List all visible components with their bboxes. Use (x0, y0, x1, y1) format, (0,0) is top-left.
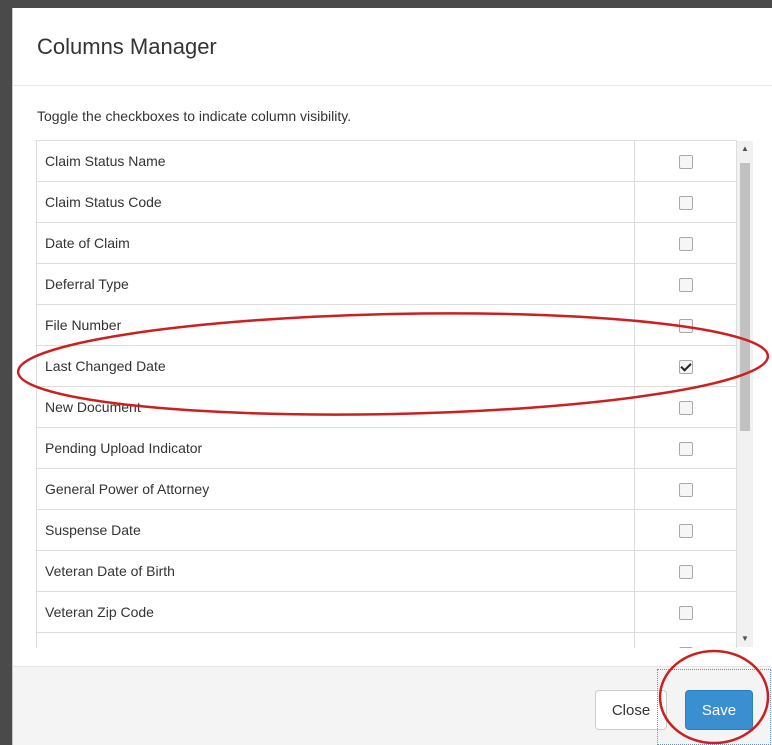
column-name: Claim Status Name (36, 140, 635, 182)
column-row: Claim Status Code (36, 181, 737, 223)
column-name: Veteran Date of Birth (36, 550, 635, 592)
checkbox-icon[interactable] (678, 155, 693, 170)
column-visibility-cell (634, 140, 737, 182)
column-name: Date of Claim (36, 222, 635, 264)
checkbox-icon[interactable] (678, 442, 693, 457)
scrollbar-thumb[interactable] (740, 163, 750, 431)
column-name: Suspense Date (36, 509, 635, 551)
column-row: Pending Upload Indicator (36, 427, 737, 469)
columns-manager-modal: Columns Manager Toggle the checkboxes to… (12, 8, 772, 745)
column-visibility-cell (634, 181, 737, 223)
checkbox-icon[interactable] (678, 319, 693, 334)
column-row: Suspense Date (36, 509, 737, 551)
column-name: Last Changed Date (36, 345, 635, 387)
column-visibility-cell (634, 263, 737, 305)
checkbox-icon[interactable] (678, 401, 693, 416)
checkbox-icon[interactable] (678, 647, 693, 648)
scroll-up-arrow-icon[interactable]: ▲ (737, 141, 753, 157)
columns-table: Claim Status Name Claim Status Code Date o… (36, 140, 737, 648)
column-name: Veteran Zip Code (36, 591, 635, 633)
columns-list: Claim Status Name Claim Status Code Date o… (36, 140, 756, 648)
column-visibility-cell (634, 427, 737, 469)
column-visibility-cell (634, 550, 737, 592)
close-button[interactable]: Close (595, 690, 667, 730)
instructions-text: Toggle the checkboxes to indicate column… (37, 108, 352, 124)
column-visibility-cell (634, 591, 737, 633)
modal-title: Columns Manager (37, 34, 217, 59)
column-visibility-cell (634, 509, 737, 551)
column-visibility-cell (634, 345, 737, 387)
checkbox-icon[interactable] (678, 483, 693, 498)
column-row: Date of Claim (36, 222, 737, 264)
column-visibility-cell (634, 632, 737, 648)
column-row: Deferral Type (36, 263, 737, 305)
column-visibility-cell (634, 222, 737, 264)
column-name: Pending Upload Indicator (36, 427, 635, 469)
column-row: File Number (36, 304, 737, 346)
column-name: Deferral Type (36, 263, 635, 305)
checkbox-icon[interactable] (678, 237, 693, 252)
checkbox-icon[interactable] (678, 565, 693, 580)
checkbox-icon[interactable] (678, 606, 693, 621)
column-name (36, 632, 635, 648)
modal-header: Columns Manager (13, 8, 772, 86)
columns-list-scrollbar[interactable]: ▲ ▼ (737, 141, 753, 647)
checkbox-icon[interactable] (678, 278, 693, 293)
column-row (36, 632, 737, 648)
column-visibility-cell (634, 386, 737, 428)
save-button[interactable]: Save (685, 690, 753, 730)
column-row: Veteran Zip Code (36, 591, 737, 633)
checkbox-icon[interactable] (678, 360, 693, 375)
scroll-down-arrow-icon[interactable]: ▼ (737, 631, 753, 647)
column-name: General Power of Attorney (36, 468, 635, 510)
checkbox-icon[interactable] (678, 524, 693, 539)
column-row: New Document (36, 386, 737, 428)
column-row: Claim Status Name (36, 140, 737, 182)
column-row: Veteran Date of Birth (36, 550, 737, 592)
column-row: Last Changed Date (36, 345, 737, 387)
column-visibility-cell (634, 468, 737, 510)
checkbox-icon[interactable] (678, 196, 693, 211)
column-name: File Number (36, 304, 635, 346)
column-visibility-cell (634, 304, 737, 346)
modal-footer: Close Save (13, 666, 772, 745)
column-name: New Document (36, 386, 635, 428)
column-name: Claim Status Code (36, 181, 635, 223)
column-row: General Power of Attorney (36, 468, 737, 510)
